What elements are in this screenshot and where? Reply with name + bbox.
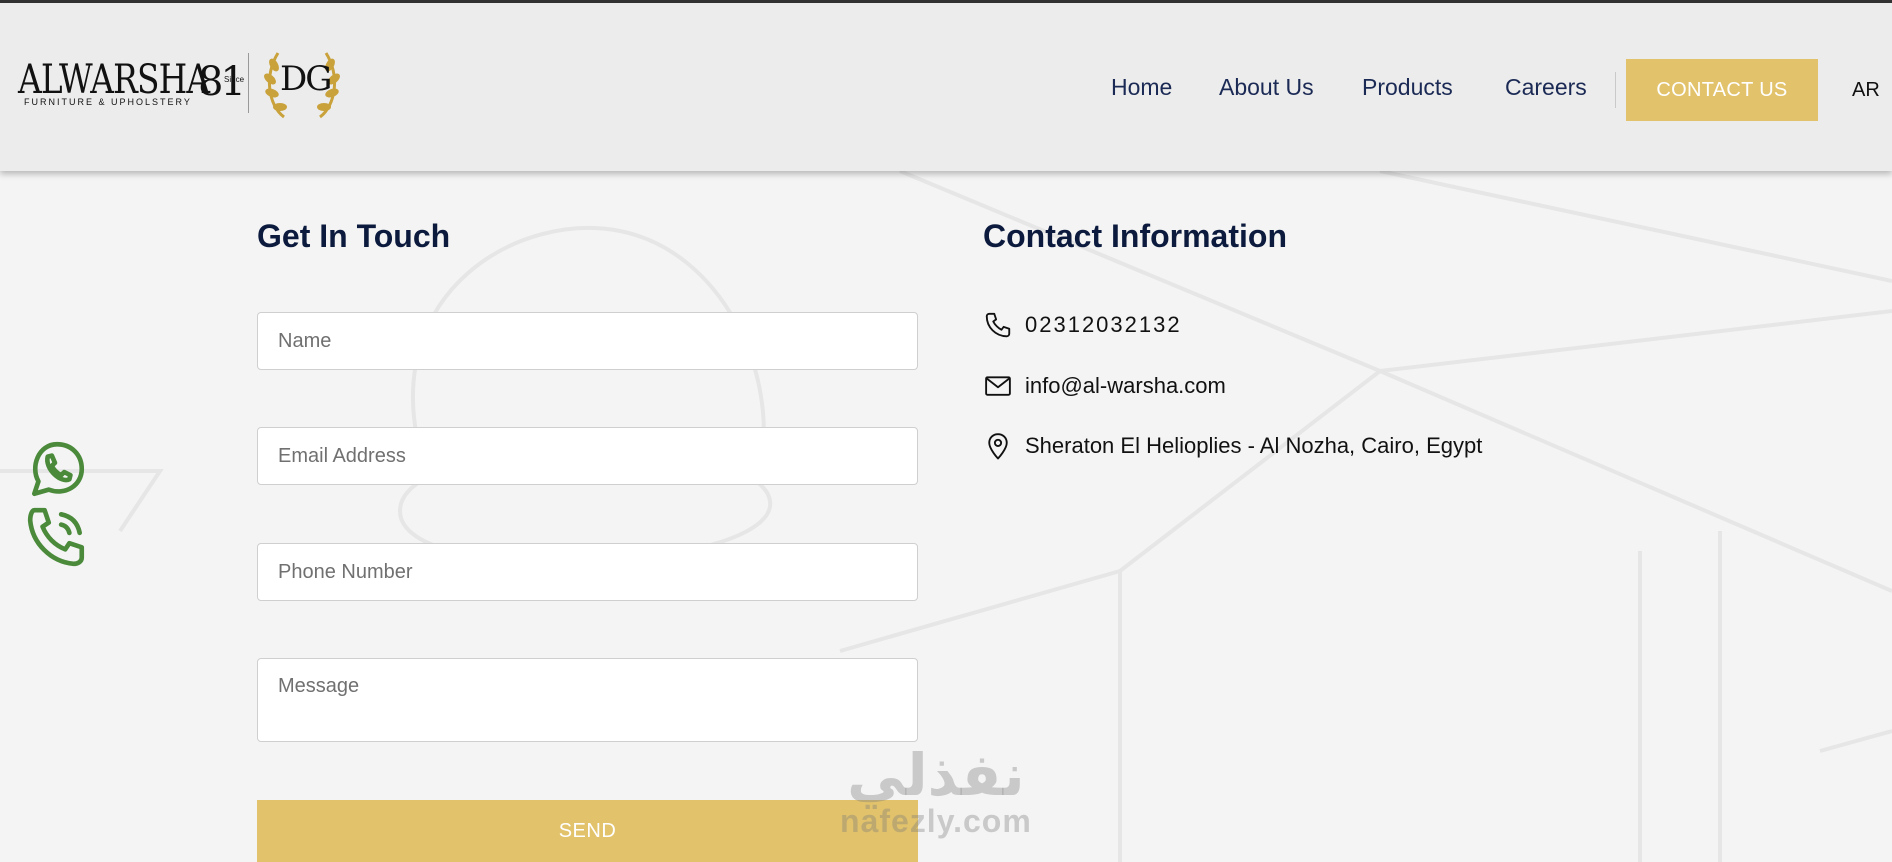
nav-products[interactable]: Products: [1362, 74, 1453, 101]
form-title: Get In Touch: [257, 218, 451, 254]
contact-email: info@al-warsha.com: [1025, 373, 1226, 398]
phone-field[interactable]: [257, 543, 918, 601]
location-pin-icon: [988, 433, 1008, 460]
nav-home[interactable]: Home: [1111, 74, 1172, 101]
logo-emblem-text: DG: [280, 59, 332, 99]
send-button[interactable]: SEND: [257, 800, 918, 862]
contact-email-row[interactable]: info@al-warsha.com: [983, 371, 1226, 401]
site-logo[interactable]: ALWARSHA FURNITURE & UPHOLSTERY 81 Since…: [18, 45, 340, 125]
contact-address-row: Sheraton El Helioplies - Al Nozha, Cairo…: [983, 431, 1482, 461]
contact-phone: 02312032132: [1025, 312, 1182, 337]
nav-divider: [1615, 72, 1616, 108]
watermark-latin: nafezly.com: [840, 803, 1032, 839]
contact-phone-row[interactable]: 02312032132: [983, 310, 1182, 340]
email-field[interactable]: [257, 427, 918, 485]
message-field[interactable]: [257, 658, 918, 742]
logo-since-label: Since: [224, 75, 245, 84]
phone-call-icon[interactable]: [24, 504, 90, 570]
contact-address: Sheraton El Helioplies - Al Nozha, Cairo…: [1025, 433, 1483, 458]
nav-about-us[interactable]: About Us: [1219, 74, 1314, 101]
logo-divider: [248, 53, 249, 113]
watermark: نفذلي nafezly.com: [840, 746, 1032, 838]
site-header: ALWARSHA FURNITURE & UPHOLSTERY 81 Since…: [0, 3, 1892, 171]
contact-us-button[interactable]: CONTACT US: [1626, 59, 1818, 121]
mail-icon: [985, 376, 1011, 396]
whatsapp-icon[interactable]: [24, 436, 90, 502]
name-field[interactable]: [257, 312, 918, 370]
nav-careers[interactable]: Careers: [1505, 74, 1587, 101]
watermark-arabic: نفذلي: [847, 741, 1025, 809]
logo-tagline: FURNITURE & UPHOLSTERY: [24, 97, 192, 107]
phone-icon: [985, 312, 1011, 338]
contact-info-title: Contact Information: [983, 218, 1287, 254]
language-toggle[interactable]: AR: [1852, 79, 1880, 102]
